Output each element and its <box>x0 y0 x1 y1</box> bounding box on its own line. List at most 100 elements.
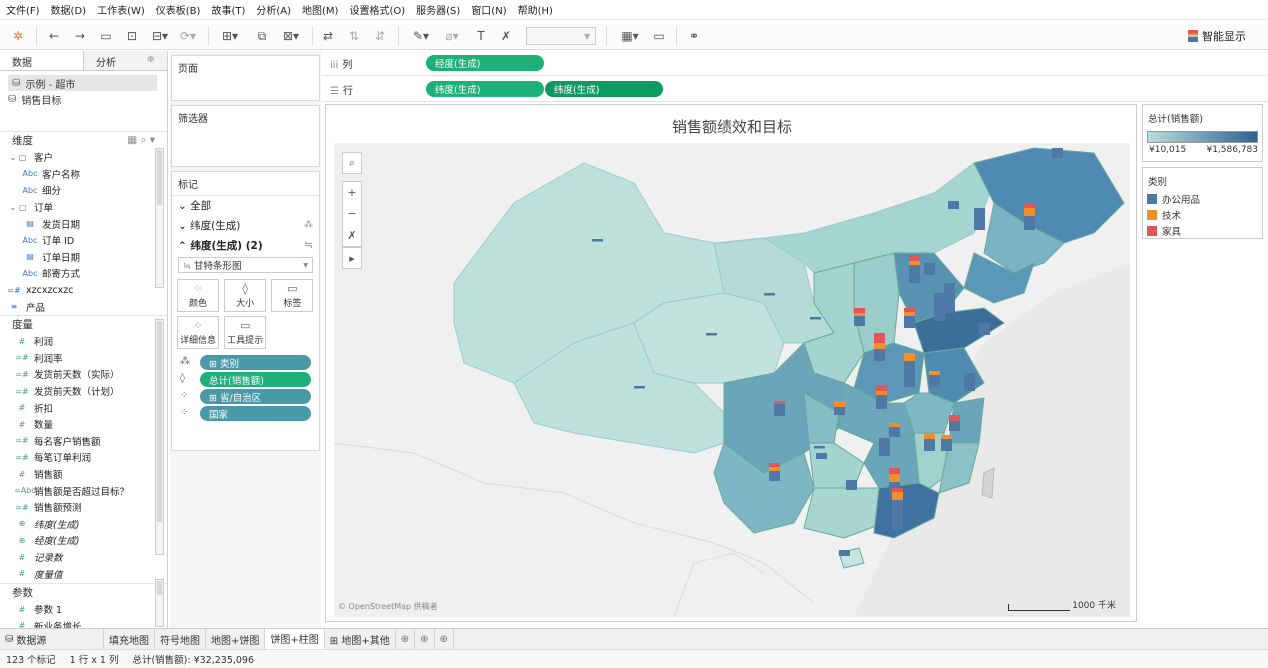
sort-desc-icon[interactable]: ⇵ <box>370 27 390 45</box>
filters-card[interactable]: 筛选器 <box>171 105 320 167</box>
gantt-bar[interactable] <box>924 263 935 275</box>
menu-item-9[interactable]: 窗口(N) <box>471 2 506 17</box>
gantt-bar[interactable] <box>874 343 885 349</box>
dimension-item[interactable]: ▤ 发货日期 <box>6 215 167 232</box>
measure-item[interactable]: =# 每笔订单利润 <box>14 449 167 466</box>
rows-pill-1[interactable]: 纬度(生成) <box>426 81 544 97</box>
expand-tools-icon[interactable]: ▸ <box>342 247 362 269</box>
gantt-bar[interactable] <box>941 435 952 439</box>
sheet-tab[interactable]: 地图+饼图 <box>206 628 266 650</box>
rows-pill-2[interactable]: 纬度(生成) <box>545 81 663 97</box>
gantt-bar[interactable] <box>876 391 887 395</box>
gantt-bar[interactable] <box>892 492 903 500</box>
dimension-item[interactable]: =# xzcxzcxzc <box>6 282 167 299</box>
gantt-bar[interactable] <box>876 385 887 391</box>
marks-all-row[interactable]: ⌄ 全部 <box>172 195 319 215</box>
gantt-bar[interactable] <box>846 480 857 490</box>
menu-item-8[interactable]: 服务器(S) <box>416 2 460 17</box>
gantt-bar[interactable] <box>854 308 865 313</box>
gantt-bar[interactable] <box>769 471 780 481</box>
gantt-bar[interactable] <box>889 474 900 482</box>
gantt-bar[interactable] <box>949 415 960 421</box>
reset-map-icon[interactable]: ✗ <box>347 229 356 242</box>
gantt-bar[interactable] <box>924 433 935 439</box>
menu-item-4[interactable]: 故事(T) <box>211 2 245 17</box>
measure-item[interactable]: # 度量值 <box>14 565 167 582</box>
measure-item[interactable]: =# 发货前天数（计划） <box>14 383 167 400</box>
gantt-bar[interactable] <box>1052 148 1063 158</box>
tableau-logo-icon[interactable]: ✲ <box>8 27 28 45</box>
gantt-bar[interactable] <box>949 421 960 431</box>
sort-asc-icon[interactable]: ⇅ <box>344 27 364 45</box>
pages-card[interactable]: 页面 <box>171 55 320 101</box>
marks-pill[interactable]: ⁘ ⊞ 省/自治区 <box>180 389 311 404</box>
duplicate-sheet-icon[interactable]: ⧉ <box>252 27 272 45</box>
gantt-bar[interactable] <box>909 255 920 261</box>
tooltip-button[interactable]: ▭ 工具提示 <box>224 316 267 349</box>
gantt-bar[interactable] <box>706 333 717 336</box>
gantt-bar[interactable] <box>764 293 775 296</box>
gantt-bar[interactable] <box>834 401 845 407</box>
gantt-bar[interactable] <box>904 308 915 312</box>
dimension-item[interactable]: ▤ 订单日期 <box>6 249 167 266</box>
gantt-bar[interactable] <box>904 312 915 316</box>
menu-item-10[interactable]: 帮助(H) <box>518 2 553 17</box>
marks-lat2-row[interactable]: ⌃ 纬度(生成) (2) ≒ <box>172 235 319 255</box>
gantt-bar[interactable] <box>904 316 915 328</box>
columns-shelf[interactable]: iii 列 经度(生成) <box>322 51 1268 76</box>
columns-pill[interactable]: 经度(生成) <box>426 55 544 71</box>
gantt-bar[interactable] <box>774 404 785 416</box>
menu-item-1[interactable]: 数据(D) <box>51 2 87 17</box>
new-datasource-icon[interactable]: ⊡ <box>122 27 142 45</box>
gantt-bar[interactable] <box>874 333 885 343</box>
gantt-bar[interactable] <box>904 353 915 361</box>
measure-item[interactable]: ⊕ 经度(生成) <box>14 532 167 549</box>
menu-item-6[interactable]: 地图(M) <box>302 2 338 17</box>
marks-pill[interactable]: ⁘ 国家 <box>180 406 311 421</box>
gantt-bar[interactable] <box>839 550 850 556</box>
gantt-bar[interactable] <box>769 463 780 467</box>
menu-item-0[interactable]: 文件(F) <box>6 2 40 17</box>
measure-item[interactable]: # 销售额 <box>14 466 167 483</box>
pause-updates-icon[interactable]: ⊟▾ <box>148 27 172 45</box>
highlight-icon[interactable]: ✎▾ <box>408 27 434 45</box>
measure-item[interactable]: =# 发货前天数（实际） <box>14 366 167 383</box>
gantt-bar[interactable] <box>814 446 825 449</box>
size-button[interactable]: ◊ 大小 <box>224 279 267 312</box>
dimensions-scrollbar[interactable] <box>155 148 164 288</box>
gantt-bar[interactable] <box>929 371 940 375</box>
gantt-bar[interactable] <box>879 438 890 456</box>
gantt-bar[interactable] <box>934 293 945 321</box>
gantt-bar[interactable] <box>769 467 780 471</box>
measure-item[interactable]: # 数量 <box>14 416 167 433</box>
undo-icon[interactable]: ← <box>44 27 64 45</box>
fit-select[interactable]: ▾ <box>526 27 596 45</box>
label-icon[interactable]: T <box>472 27 490 45</box>
zoom-out-icon[interactable]: − <box>347 207 356 220</box>
gantt-bar[interactable] <box>909 261 920 265</box>
group-icon[interactable]: ⌀▾ <box>440 27 464 45</box>
mark-type-select[interactable]: ≒ 甘特条形图 ▾ <box>178 257 313 273</box>
gantt-bar[interactable] <box>592 239 603 242</box>
menu-item-2[interactable]: 工作表(W) <box>97 2 145 17</box>
gantt-bar[interactable] <box>876 395 887 409</box>
gantt-bar[interactable] <box>892 488 903 492</box>
measure-item[interactable]: =Abc 销售额是否超过目标？ <box>14 482 167 499</box>
gantt-bar[interactable] <box>929 375 940 387</box>
rows-shelf[interactable]: ☰ 行 纬度(生成) 纬度(生成) <box>322 77 1268 102</box>
gantt-bar[interactable] <box>979 323 990 335</box>
detail-button[interactable]: ⁘ 详细信息 <box>177 316 219 349</box>
measures-scrollbar[interactable] <box>155 319 164 555</box>
measure-item[interactable]: # 记录数 <box>14 549 167 566</box>
marks-pill[interactable]: ⁂ ⊞ 类别 <box>180 355 311 370</box>
datasource-1[interactable]: ⛁ 销售目标 <box>0 91 167 107</box>
gantt-bar[interactable] <box>889 427 900 437</box>
gantt-bar[interactable] <box>854 316 865 326</box>
dimension-item[interactable]: ⌄ ▢ 客户 <box>6 149 167 166</box>
swap-icon[interactable]: ⇄ <box>318 27 338 45</box>
gantt-bar[interactable] <box>834 407 845 415</box>
legend-item[interactable]: 办公用品 <box>1143 190 1262 206</box>
gantt-bar[interactable] <box>889 468 900 474</box>
gantt-bar[interactable] <box>941 439 952 451</box>
dimension-item[interactable]: Abc 订单 ID <box>6 232 167 249</box>
